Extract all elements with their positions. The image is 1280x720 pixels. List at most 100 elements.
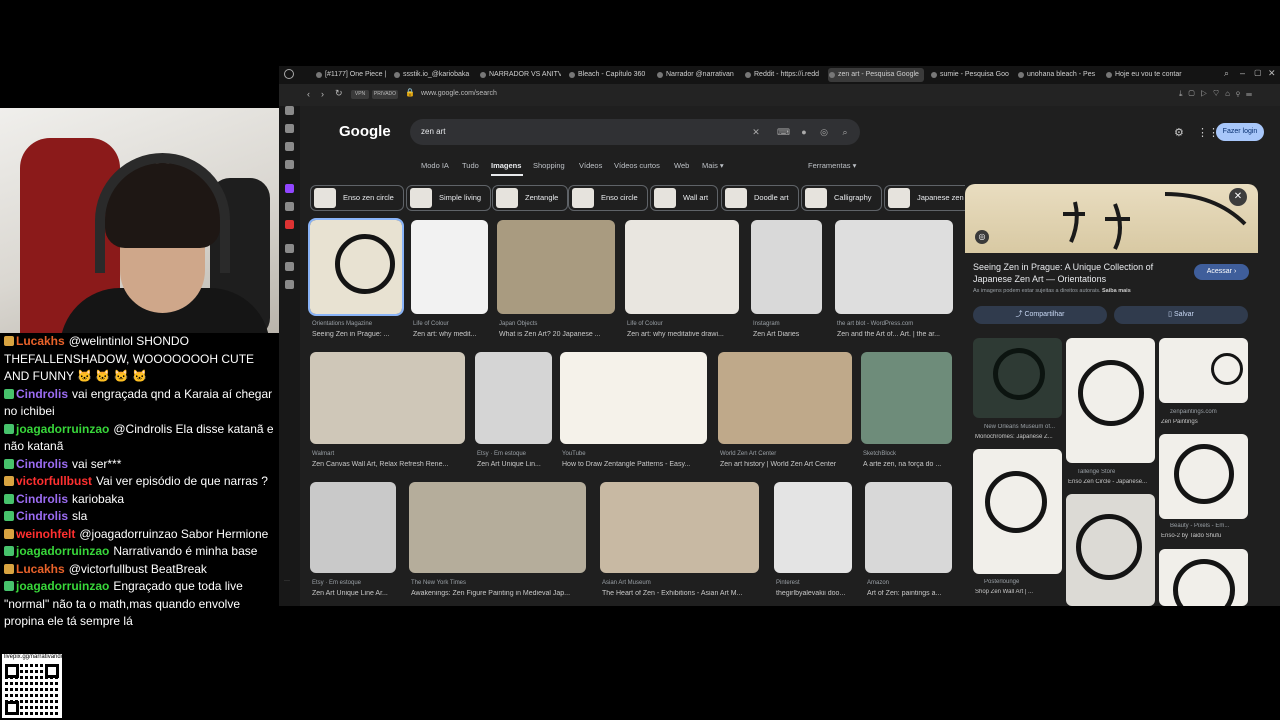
browser-tab[interactable]: NARRADOR VS ANITV <box>479 68 561 82</box>
search-tabs-icon[interactable]: ⌕ <box>1224 68 1229 79</box>
image-result[interactable]: YouTube How to Draw Zentangle Patterns - … <box>560 352 707 474</box>
nav-tab[interactable]: Tudo <box>462 161 479 170</box>
image-result[interactable]: Instagram Zen Art Diaries <box>751 220 822 344</box>
image-result[interactable]: Walmart Zen Canvas Wall Art, Relax Refres… <box>310 352 465 474</box>
image-result[interactable]: the art blot - WordPress.com Zen and the … <box>835 220 953 344</box>
result-title[interactable]: Zen Art Unique Line Ar... <box>312 590 396 597</box>
related-image[interactable] <box>1159 338 1248 403</box>
result-title[interactable]: Zen Art Unique Lin... <box>477 461 552 468</box>
result-title[interactable]: Zen art: why meditative drawi... <box>627 331 739 338</box>
result-thumbnail[interactable] <box>411 220 488 314</box>
nav-tab[interactable]: Vídeos <box>579 161 602 170</box>
filter-chip[interactable]: Zentangle <box>492 185 569 211</box>
filter-chip[interactable]: Enso zen circle <box>310 185 404 211</box>
related-title[interactable]: Zen Paintings <box>1161 419 1198 425</box>
reload-icon[interactable]: ↻ <box>335 88 343 99</box>
related-title[interactable]: Shop Zen Wall Art | ... <box>975 589 1061 595</box>
result-thumbnail[interactable] <box>560 352 707 444</box>
search-box[interactable]: zen art ✕ ⌨ ● ◎ ⌕ <box>410 119 860 145</box>
browser-tab[interactable]: unohana bleach - Pes <box>1017 68 1099 82</box>
browser-tab[interactable]: zen art - Pesquisa Google <box>828 68 924 82</box>
result-title[interactable]: Zen Canvas Wall Art, Relax Refresh Rene.… <box>312 461 465 468</box>
image-result[interactable]: Amazon Art of Zen: paintings a... <box>865 482 952 603</box>
preview-image[interactable]: ◎ <box>965 184 1258 253</box>
sidebar-settings-icon[interactable] <box>285 280 294 289</box>
save-button[interactable]: ▯ Salvar <box>1114 306 1248 324</box>
browser-tab[interactable]: sumie - Pesquisa Goo <box>930 68 1012 82</box>
keyboard-icon[interactable]: ⌨ <box>777 127 790 137</box>
related-title[interactable]: Enso-2 by Taido Shufu <box>1161 533 1247 539</box>
result-thumbnail[interactable] <box>475 352 552 444</box>
filter-chip[interactable]: Enso circle <box>568 185 648 211</box>
opera-logo-icon[interactable] <box>284 69 294 79</box>
browser-tab[interactable]: Narrador @narrativan <box>656 68 738 82</box>
share-button[interactable]: ⤴ Compartilhar <box>973 306 1107 324</box>
chat-username[interactable]: Lucakhs <box>16 334 65 348</box>
minimize-icon[interactable]: – <box>1240 68 1245 78</box>
nav-tab[interactable]: Vídeos curtos <box>614 161 660 170</box>
sidebar-twitch-icon[interactable] <box>285 184 294 193</box>
result-title[interactable]: Zen and the Art of... Art. | the ar... <box>837 331 953 338</box>
search-icon[interactable]: ⌕ <box>840 127 850 137</box>
nav-tab[interactable]: Imagens <box>491 161 521 170</box>
login-button[interactable]: Fazer login <box>1216 123 1264 141</box>
nav-tab[interactable]: Modo IA <box>421 161 449 170</box>
chat-username[interactable]: Cindrolis <box>16 457 68 471</box>
sidebar-extension-icon[interactable] <box>285 262 294 271</box>
close-preview-icon[interactable]: ✕ <box>1229 188 1247 206</box>
google-logo[interactable]: Google <box>339 123 391 140</box>
result-title[interactable]: Seeing Zen in Prague: ... <box>312 331 402 338</box>
filter-chip[interactable]: Simple living <box>406 185 492 211</box>
related-image[interactable] <box>1159 549 1248 606</box>
result-thumbnail[interactable] <box>409 482 586 573</box>
sidebar-messenger-icon[interactable] <box>285 142 294 151</box>
chat-username[interactable]: victorfullbust <box>16 474 92 488</box>
lens-icon[interactable]: ◎ <box>819 127 829 137</box>
search-query[interactable]: zen art <box>421 127 445 136</box>
chat-username[interactable]: Cindrolis <box>16 492 68 506</box>
filter-chip[interactable]: Doodle art <box>721 185 799 211</box>
sidebar-home-icon[interactable] <box>285 106 294 115</box>
learn-more-link[interactable]: Saiba mais <box>1102 288 1131 294</box>
result-thumbnail[interactable] <box>861 352 952 444</box>
related-title[interactable]: Monochromes: Japanese Z... <box>975 434 1061 440</box>
related-title[interactable]: Enso Zen Circle - Japanese... <box>1068 479 1154 485</box>
visit-button[interactable]: Acessar › <box>1194 264 1249 280</box>
chat-username[interactable]: weinohfelt <box>16 527 75 541</box>
image-result[interactable]: Asian Art Museum The Heart of Zen - Exhib… <box>600 482 759 603</box>
nav-tab[interactable]: Mais ▾ <box>702 161 724 170</box>
toolbar-icons[interactable]: ⤓▢▷♡⌂⚲☰ <box>1179 89 1258 99</box>
image-result[interactable]: The New York Times Awakenings: Zen Figure… <box>409 482 586 603</box>
chat-username[interactable]: joagadorruinzao <box>16 544 109 558</box>
image-result[interactable]: Etsy · Em estoque Zen Art Unique Line Ar.… <box>310 482 396 603</box>
browser-tab[interactable]: ssstik.io_@kariobaka <box>393 68 473 82</box>
result-thumbnail[interactable] <box>308 218 404 316</box>
image-result[interactable]: Pinterest thegirlbyalevakii doo... <box>774 482 852 603</box>
result-title[interactable]: What is Zen Art? 20 Japanese ... <box>499 331 615 338</box>
result-title[interactable]: Zen art history | World Zen Art Center <box>720 461 852 468</box>
chat-username[interactable]: Lucakhs <box>16 562 65 576</box>
related-image[interactable] <box>973 449 1062 574</box>
close-window-icon[interactable]: ✕ <box>1268 68 1276 79</box>
browser-tab[interactable]: [#1177] One Piece | M <box>315 68 387 82</box>
sidebar-bag-icon[interactable] <box>285 124 294 133</box>
sidebar-more-icon[interactable]: ··· <box>284 578 290 584</box>
sidebar-history-icon[interactable] <box>285 244 294 253</box>
image-result[interactable]: SketchBlock A arte zen, na força do ... <box>861 352 952 474</box>
url-field[interactable]: www.google.com/search <box>421 90 497 97</box>
result-title[interactable]: Zen art: why medit... <box>413 331 488 338</box>
browser-tab[interactable]: Bleach - Capítulo 360 <box>568 68 650 82</box>
chat-username[interactable]: joagadorruinzao <box>16 422 109 436</box>
browser-tab[interactable]: Hoje eu vou te contar <box>1105 68 1185 82</box>
result-thumbnail[interactable] <box>718 352 852 444</box>
mic-icon[interactable]: ● <box>799 127 809 137</box>
settings-gear-icon[interactable]: ⚙ <box>1174 126 1184 139</box>
result-thumbnail[interactable] <box>310 352 465 444</box>
result-thumbnail[interactable] <box>865 482 952 573</box>
result-title[interactable]: thegirlbyalevakii doo... <box>776 590 852 597</box>
related-image[interactable] <box>1066 338 1155 463</box>
image-result[interactable]: Japan Objects What is Zen Art? 20 Japanes… <box>497 220 615 344</box>
related-image[interactable] <box>973 338 1062 418</box>
result-thumbnail[interactable] <box>835 220 953 314</box>
result-thumbnail[interactable] <box>625 220 739 314</box>
